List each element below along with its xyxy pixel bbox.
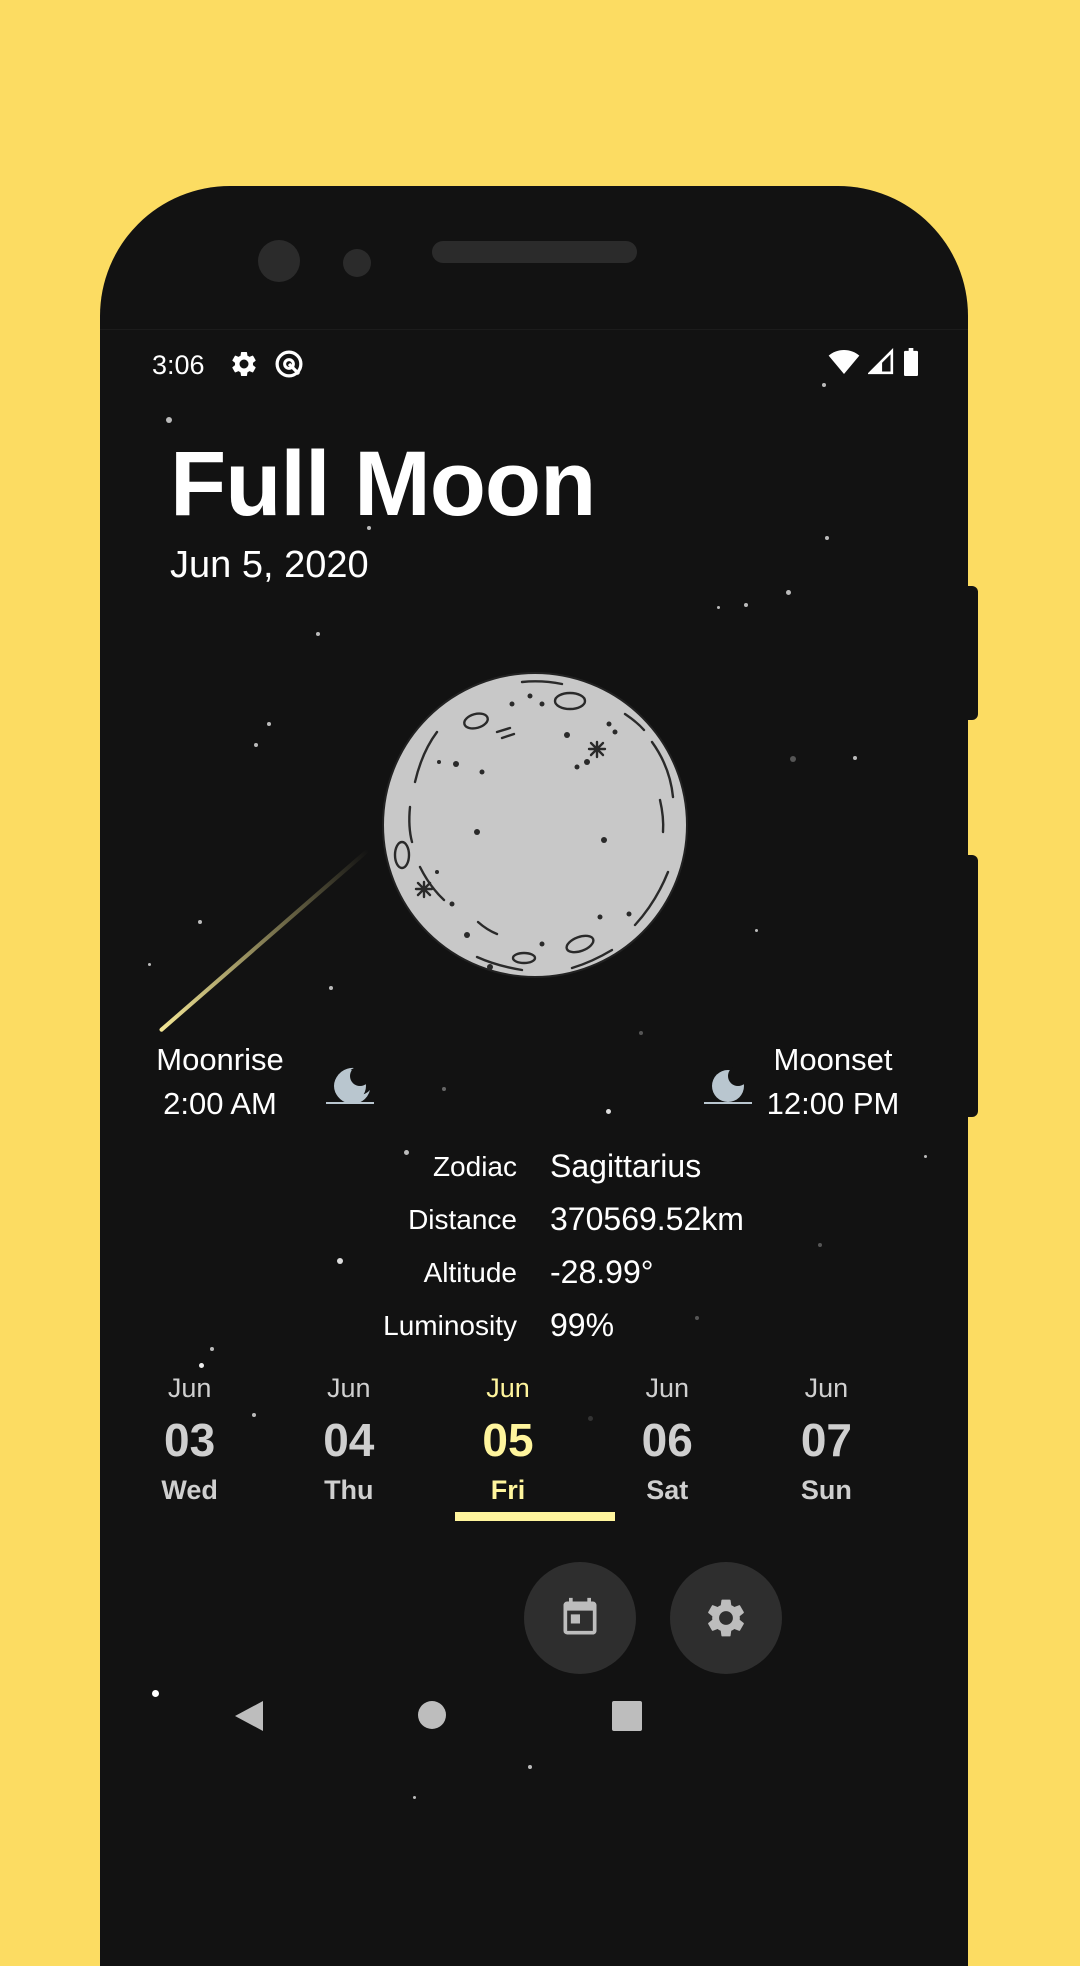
star — [639, 1031, 643, 1035]
star — [413, 1796, 416, 1799]
moonset-time: 12:00 PM — [766, 1086, 900, 1121]
star — [790, 756, 796, 762]
info-value: -28.99° — [550, 1254, 654, 1290]
moonrise-block: Moonrise 2:00 AM — [150, 1038, 290, 1126]
info-value: 99% — [550, 1307, 615, 1343]
day-month: Jun — [167, 1373, 212, 1403]
moonset-block: Moonset 12:00 PM — [758, 1038, 908, 1126]
earpiece-speaker — [432, 241, 637, 263]
wifi-icon — [828, 350, 860, 374]
day-month: Jun — [804, 1373, 849, 1403]
star — [316, 632, 320, 636]
day-number: 07 — [800, 1414, 852, 1466]
day-month: Jun — [645, 1373, 689, 1403]
moon-phase-date: Jun 5, 2020 — [170, 544, 369, 586]
vpn-key-icon — [275, 350, 303, 378]
info-key: Zodiac — [432, 1151, 517, 1182]
day-number: 05 — [482, 1414, 534, 1466]
info-row-altitude: Altitude -28.99° — [100, 1254, 968, 1310]
cellular-signal-icon — [868, 348, 894, 375]
star — [198, 920, 202, 924]
star — [148, 963, 151, 966]
day-weekday: Sat — [646, 1475, 689, 1505]
calendar-button[interactable] — [524, 1562, 636, 1674]
shooting-star — [158, 848, 370, 1033]
star — [442, 1087, 446, 1091]
volume-button — [966, 855, 978, 1117]
star — [166, 417, 172, 423]
day-weekday: Wed — [161, 1475, 218, 1505]
day-weekday: Sun — [800, 1475, 852, 1505]
star — [606, 1109, 611, 1114]
info-key: Luminosity — [383, 1310, 517, 1341]
moonrise-label: Moonrise — [156, 1042, 284, 1077]
settings-gear-icon — [708, 1599, 744, 1637]
selected-day-indicator — [455, 1512, 615, 1521]
day-selector: Jun 03 Wed Jun 04 Thu Jun 05 Fri Jun 06 … — [110, 1370, 906, 1505]
day-tab-07[interactable]: Jun 07 Sun — [747, 1370, 906, 1505]
star — [329, 986, 333, 990]
status-time: 3:06 — [152, 350, 205, 380]
day-number: 06 — [641, 1414, 693, 1466]
info-row-luminosity: Luminosity 99% — [100, 1307, 968, 1363]
day-weekday: Thu — [324, 1475, 374, 1505]
power-button — [966, 586, 978, 720]
day-tab-05-selected[interactable]: Jun 05 Fri — [428, 1370, 587, 1505]
star — [267, 722, 271, 726]
moonset-icon — [704, 1066, 752, 1104]
day-number: 04 — [323, 1414, 375, 1466]
day-number: 03 — [164, 1414, 216, 1466]
calendar-icon — [563, 1597, 597, 1635]
moonset-label: Moonset — [773, 1042, 893, 1077]
day-tab-03[interactable]: Jun 03 Wed — [110, 1370, 269, 1505]
day-tab-06[interactable]: Jun 06 Sat — [588, 1370, 747, 1505]
info-value: 370569.52km — [550, 1201, 744, 1237]
day-month: Jun — [327, 1373, 371, 1403]
home-icon[interactable] — [418, 1701, 446, 1729]
day-month: Jun — [486, 1373, 530, 1403]
info-key: Altitude — [423, 1257, 517, 1288]
phone-frame: 3:06 Full Moon Jun 5, 2020 Moonrise 2:00… — [100, 186, 968, 1966]
status-right-icons — [828, 348, 920, 376]
back-icon[interactable] — [233, 1699, 265, 1733]
recents-icon[interactable] — [612, 1701, 642, 1731]
star — [853, 756, 857, 760]
star — [786, 590, 791, 595]
moonrise-time: 2:00 AM — [163, 1086, 277, 1121]
info-row-zodiac: Zodiac Sagittarius — [100, 1148, 968, 1204]
star — [822, 383, 826, 387]
info-value: Sagittarius — [550, 1148, 702, 1184]
moonrise-icon — [326, 1066, 374, 1104]
star — [755, 929, 758, 932]
moon-info-table: Zodiac Sagittarius Distance 370569.52km … — [100, 1148, 968, 1363]
star — [528, 1765, 532, 1769]
battery-icon — [904, 348, 918, 376]
day-tab-04[interactable]: Jun 04 Thu — [269, 1370, 428, 1505]
star — [825, 536, 829, 540]
front-sensor — [343, 249, 371, 277]
system-navigation-bar — [100, 1684, 968, 1754]
star — [199, 1363, 204, 1368]
front-camera — [258, 240, 300, 282]
star — [254, 743, 258, 747]
info-row-distance: Distance 370569.52km — [100, 1201, 968, 1257]
screen-edge — [100, 329, 968, 330]
settings-button[interactable] — [670, 1562, 782, 1674]
moon-phase-title: Full Moon — [170, 433, 596, 535]
day-weekday: Fri — [490, 1475, 526, 1505]
full-moon-illustration — [382, 672, 688, 978]
status-bar: 3:06 — [100, 338, 968, 388]
info-key: Distance — [408, 1204, 517, 1235]
star — [717, 606, 720, 609]
star — [744, 603, 748, 607]
settings-gear-icon — [232, 351, 256, 376]
